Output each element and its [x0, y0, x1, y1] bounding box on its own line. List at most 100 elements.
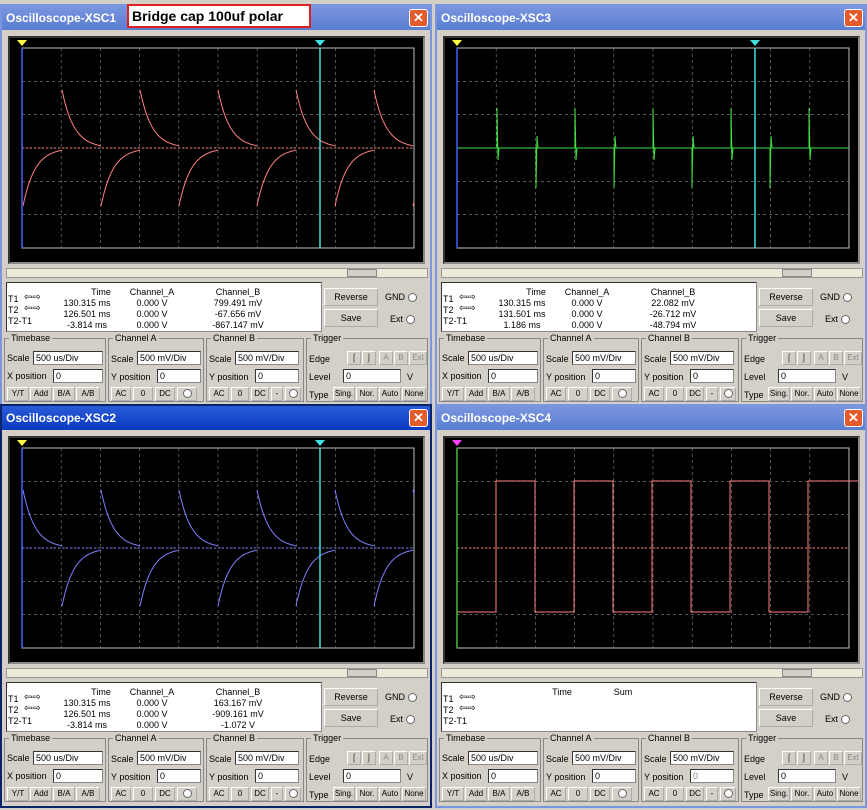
channel-b-dc-button[interactable]: DC [686, 387, 704, 401]
ba-button[interactable]: B/A [53, 387, 75, 401]
channel-b-ac-button[interactable]: AC [209, 787, 229, 801]
channel-a-color-button[interactable] [612, 787, 632, 801]
none-button[interactable]: None [837, 387, 861, 401]
trigger-a-button[interactable]: A [814, 751, 828, 765]
rising-edge-icon[interactable]: ⌠ [347, 351, 361, 365]
falling-edge-icon[interactable]: ⌡ [362, 351, 376, 365]
channel-a-zero-button[interactable]: 0 [133, 787, 153, 801]
x-position-field[interactable]: 0 [488, 769, 538, 783]
channel-b-ac-button[interactable]: AC [644, 387, 664, 401]
channel-a-ypos-field[interactable]: 0 [592, 769, 636, 783]
ba-button[interactable]: B/A [53, 787, 75, 801]
falling-edge-icon[interactable]: ⌡ [797, 351, 811, 365]
channel-b-color-button[interactable] [285, 387, 301, 401]
window-titlebar[interactable]: Oscilloscope-XSC3 ✕ [437, 6, 865, 30]
trigger-a-button[interactable]: A [379, 351, 393, 365]
rising-edge-icon[interactable]: ⌠ [782, 751, 796, 765]
yt-button[interactable]: Y/T [442, 787, 464, 801]
scrollbar-thumb[interactable] [782, 669, 812, 677]
save-button[interactable]: Save [324, 709, 378, 727]
normal-button[interactable]: Nor. [791, 387, 813, 401]
channel-a-ac-button[interactable]: AC [111, 787, 131, 801]
falling-edge-icon[interactable]: ⌡ [362, 751, 376, 765]
close-icon[interactable]: ✕ [844, 409, 863, 427]
oscilloscope-display[interactable] [8, 436, 425, 664]
gnd-radio[interactable] [407, 293, 417, 303]
auto-button[interactable]: Auto [814, 787, 836, 801]
timebase-scale-field[interactable]: 500 us/Div [468, 751, 538, 765]
oscilloscope-window-xsc1[interactable]: Oscilloscope-XSC1 ✕ T1 T2 T2-T1 ⇦⇨ ⇦⇨ Ti… [0, 4, 432, 408]
ext-radio[interactable] [405, 315, 415, 325]
arrow-left-right-icon[interactable]: ⇦⇨ [24, 292, 41, 303]
add-button[interactable]: Add [465, 387, 487, 401]
single-button[interactable]: Sing. [333, 387, 355, 401]
scrollbar-thumb[interactable] [782, 269, 812, 277]
add-button[interactable]: Add [30, 787, 52, 801]
channel-b-minus-button[interactable]: - [706, 787, 718, 801]
normal-button[interactable]: Nor. [356, 387, 378, 401]
arrow-left-right-icon[interactable]: ⇦⇨ [24, 703, 41, 714]
trigger-b-button[interactable]: B [829, 351, 843, 365]
rising-edge-icon[interactable]: ⌠ [782, 351, 796, 365]
channel-b-scale-field[interactable]: 500 mV/Div [235, 351, 299, 365]
oscilloscope-window-xsc3[interactable]: Oscilloscope-XSC3 ✕ T1 T2 T2-T1 ⇦⇨ ⇦⇨ Ti… [435, 4, 867, 408]
yt-button[interactable]: Y/T [7, 787, 29, 801]
trigger-b-button[interactable]: B [394, 751, 408, 765]
time-scrollbar[interactable] [441, 268, 863, 278]
channel-b-minus-button[interactable]: - [271, 387, 283, 401]
ab-button[interactable]: A/B [511, 387, 535, 401]
timebase-scale-field[interactable]: 500 us/Div [33, 751, 103, 765]
channel-b-color-button[interactable] [720, 387, 736, 401]
reverse-button[interactable]: Reverse [759, 288, 813, 306]
ab-button[interactable]: A/B [511, 787, 535, 801]
trigger-ext-button[interactable]: Ext [409, 351, 427, 365]
gnd-radio[interactable] [842, 693, 852, 703]
channel-a-ac-button[interactable]: AC [546, 787, 566, 801]
oscilloscope-window-xsc2[interactable]: Oscilloscope-XSC2 ✕ T1 T2 T2-T1 ⇦⇨ ⇦⇨ Ti… [0, 404, 432, 808]
auto-button[interactable]: Auto [814, 387, 836, 401]
arrow-left-right-icon[interactable]: ⇦⇨ [24, 303, 41, 314]
gnd-radio[interactable] [842, 293, 852, 303]
trigger-ext-button[interactable]: Ext [844, 351, 862, 365]
falling-edge-icon[interactable]: ⌡ [797, 751, 811, 765]
close-icon[interactable]: ✕ [409, 409, 428, 427]
channel-b-scale-field[interactable]: 500 mV/Div [235, 751, 299, 765]
x-position-field[interactable]: 0 [53, 769, 103, 783]
channel-a-color-button[interactable] [177, 387, 197, 401]
channel-a-scale-field[interactable]: 500 mV/Div [137, 751, 201, 765]
oscilloscope-display[interactable] [8, 36, 425, 264]
channel-a-ypos-field[interactable]: 0 [157, 769, 201, 783]
channel-b-zero-button[interactable]: 0 [666, 787, 684, 801]
channel-a-scale-field[interactable]: 500 mV/Div [137, 351, 201, 365]
gnd-radio[interactable] [407, 693, 417, 703]
channel-b-ac-button[interactable]: AC [209, 387, 229, 401]
arrow-left-right-icon[interactable]: ⇦⇨ [459, 303, 476, 314]
arrow-left-right-icon[interactable]: ⇦⇨ [459, 292, 476, 303]
channel-a-ypos-field[interactable]: 0 [157, 369, 201, 383]
scrollbar-thumb[interactable] [347, 269, 377, 277]
channel-a-scale-field[interactable]: 500 mV/Div [572, 751, 636, 765]
trigger-level-field[interactable]: 0 [778, 369, 836, 383]
trigger-a-button[interactable]: A [814, 351, 828, 365]
save-button[interactable]: Save [759, 709, 813, 727]
channel-b-scale-field[interactable]: 500 mV/Div [670, 351, 734, 365]
trigger-level-field[interactable]: 0 [343, 369, 401, 383]
ab-button[interactable]: A/B [76, 787, 100, 801]
yt-button[interactable]: Y/T [7, 387, 29, 401]
timebase-scale-field[interactable]: 500 us/Div [33, 351, 103, 365]
arrow-left-right-icon[interactable]: ⇦⇨ [459, 703, 476, 714]
ext-radio[interactable] [840, 315, 850, 325]
channel-b-zero-button[interactable]: 0 [666, 387, 684, 401]
channel-a-zero-button[interactable]: 0 [133, 387, 153, 401]
add-button[interactable]: Add [30, 387, 52, 401]
single-button[interactable]: Sing. [333, 787, 355, 801]
auto-button[interactable]: Auto [379, 787, 401, 801]
reverse-button[interactable]: Reverse [324, 688, 378, 706]
channel-a-dc-button[interactable]: DC [590, 787, 610, 801]
channel-b-dc-button[interactable]: DC [251, 787, 269, 801]
channel-b-ypos-field[interactable]: 0 [255, 369, 299, 383]
x-position-field[interactable]: 0 [53, 369, 103, 383]
trigger-b-button[interactable]: B [829, 751, 843, 765]
reverse-button[interactable]: Reverse [759, 688, 813, 706]
channel-a-dc-button[interactable]: DC [155, 387, 175, 401]
